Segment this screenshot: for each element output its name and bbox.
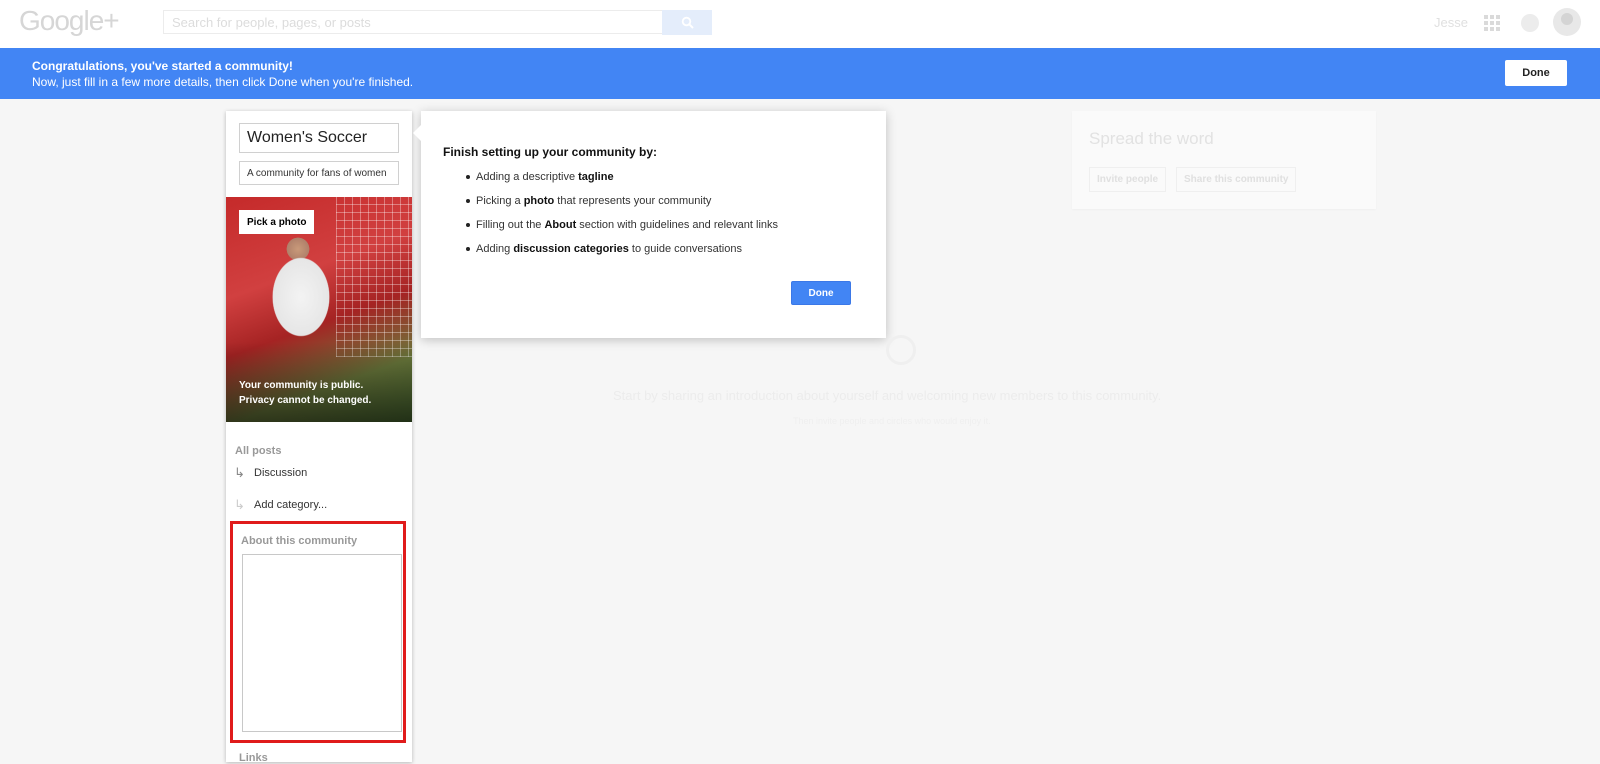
setup-banner: Congratulations, you've started a commun… — [0, 48, 1600, 99]
setup-tips-popup: Finish setting up your community by: Add… — [413, 111, 886, 338]
photo-net — [336, 197, 412, 357]
privacy-note-line1: Your community is public. — [239, 380, 364, 391]
pick-photo-button[interactable]: Pick a photo — [239, 210, 315, 234]
tip-item: Adding a descriptive tagline — [465, 165, 778, 189]
tip-item: Picking a photo that represents your com… — [465, 189, 778, 213]
empty-state-message: Start by sharing an introduction about y… — [613, 388, 1162, 403]
popup-done-button[interactable]: Done — [791, 281, 851, 305]
apps-icon[interactable] — [1484, 15, 1500, 31]
search-button[interactable] — [662, 10, 712, 35]
all-posts-label[interactable]: All posts — [235, 445, 281, 457]
add-category-link[interactable]: ↳ Add category... — [234, 497, 327, 513]
user-name[interactable]: Jesse — [1434, 15, 1468, 30]
empty-state-submessage: Then invite people and circles who would… — [793, 416, 991, 426]
banner-done-button[interactable]: Done — [1505, 60, 1567, 86]
reply-arrow-icon: ↳ — [234, 497, 245, 512]
about-label: About this community — [241, 535, 358, 547]
banner-subtitle: Now, just fill in a few more details, th… — [32, 75, 414, 89]
spread-the-word-card: Spread the word Invite people Share this… — [1072, 111, 1376, 209]
links-label: Links — [239, 752, 268, 764]
community-sidebar: Women's Soccer A community for fans of w… — [226, 111, 412, 764]
about-textarea[interactable] — [242, 554, 402, 732]
notifications-icon[interactable] — [1521, 14, 1539, 32]
empty-state-icon — [886, 335, 916, 365]
privacy-note: Your community is public. Privacy cannot… — [239, 378, 371, 408]
community-photo: Pick a photo Your community is public. P… — [226, 197, 412, 422]
add-category-label: Add category... — [254, 499, 328, 511]
setup-tips-list: Adding a descriptive tagline Picking a p… — [465, 165, 778, 261]
community-name-field[interactable]: Women's Soccer — [239, 123, 399, 153]
category-label: Discussion — [254, 467, 308, 479]
about-section-highlight: About this community — [230, 521, 406, 743]
search-box[interactable] — [163, 10, 663, 34]
avatar[interactable] — [1553, 8, 1581, 36]
tip-item: Filling out the About section with guide… — [465, 213, 778, 237]
top-bar: Google+ Jesse — [0, 0, 1600, 48]
google-plus-logo[interactable]: Google+ — [19, 5, 120, 37]
reply-arrow-icon: ↳ — [234, 465, 245, 480]
tip-item: Adding discussion categories to guide co… — [465, 237, 778, 261]
share-community-button[interactable]: Share this community — [1176, 167, 1297, 192]
spread-title: Spread the word — [1089, 129, 1214, 148]
banner-title: Congratulations, you've started a commun… — [32, 59, 293, 73]
popup-title: Finish setting up your community by: — [443, 145, 658, 159]
invite-people-button[interactable]: Invite people — [1089, 167, 1167, 192]
community-tagline-field[interactable]: A community for fans of women — [239, 161, 399, 185]
privacy-note-line2: Privacy cannot be changed. — [239, 395, 372, 406]
category-discussion[interactable]: ↳ Discussion — [234, 465, 307, 481]
search-input[interactable] — [164, 11, 662, 33]
search-icon — [681, 16, 694, 29]
